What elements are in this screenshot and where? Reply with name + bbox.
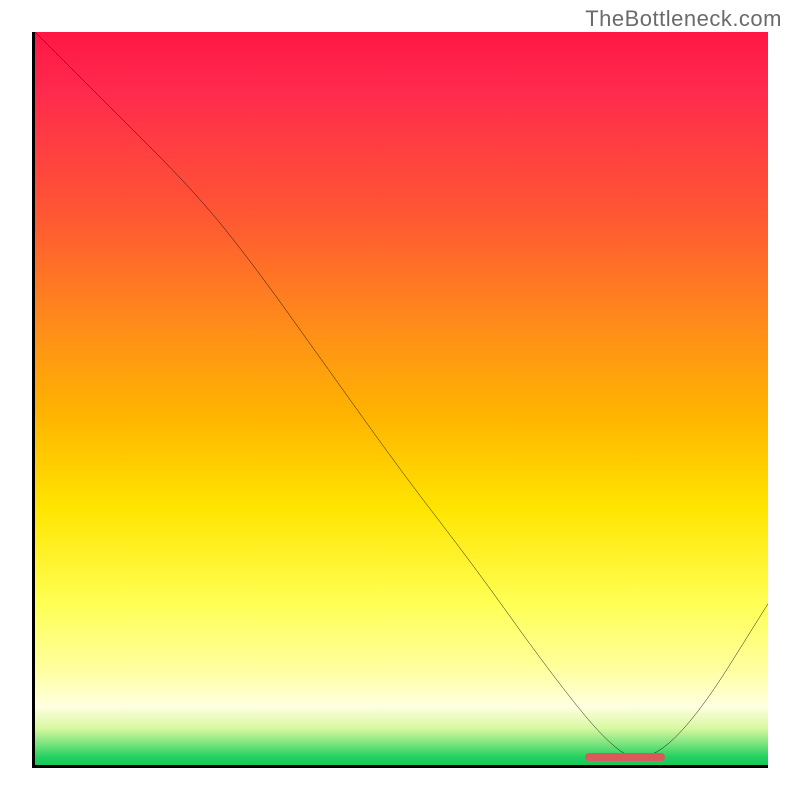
optimal-range-marker	[585, 753, 666, 761]
bottleneck-curve	[35, 32, 768, 765]
chart-frame: TheBottleneck.com	[0, 0, 800, 800]
plot-area	[32, 32, 768, 768]
watermark-text: TheBottleneck.com	[585, 6, 782, 32]
